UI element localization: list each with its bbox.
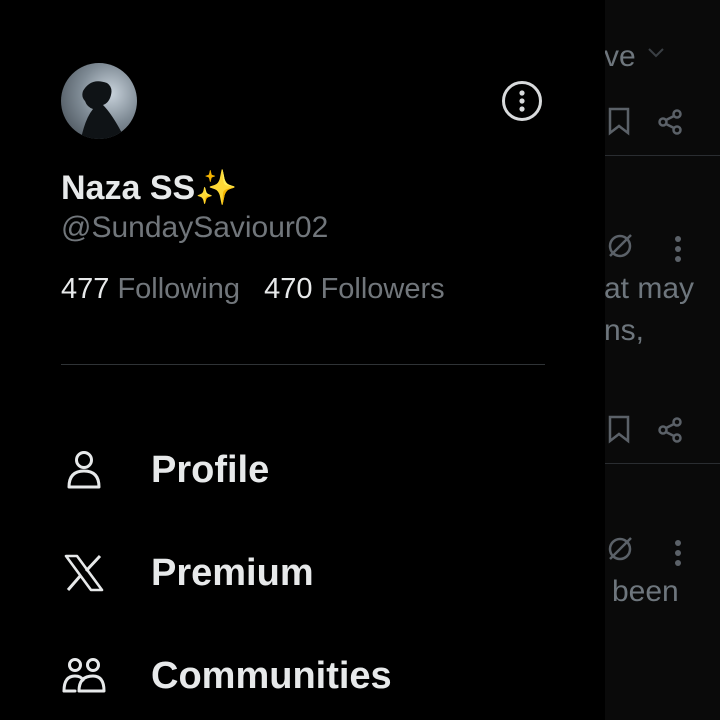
menu-item-premium[interactable]: Premium	[61, 543, 314, 603]
following-count: 477	[61, 273, 110, 305]
menu-item-profile[interactable]: Profile	[61, 440, 269, 500]
menu-item-communities[interactable]: Communities	[61, 646, 392, 706]
follow-stats: 477 Following 470 Followers	[61, 273, 445, 306]
communities-icon	[61, 653, 107, 699]
following-link[interactable]: 477 Following	[61, 273, 240, 305]
followers-label: Followers	[320, 273, 445, 305]
avatar-silhouette-icon	[81, 81, 125, 139]
chevron-down-icon[interactable]	[646, 46, 666, 60]
no-reply-icon	[608, 537, 632, 561]
no-reply-icon	[608, 234, 632, 258]
followers-link[interactable]: 470 Followers	[264, 273, 445, 305]
menu-item-label: Communities	[151, 654, 392, 697]
feed-divider	[604, 463, 720, 464]
followers-count: 470	[264, 273, 313, 305]
feed-snippet-bottom: been	[612, 575, 679, 608]
following-label: Following	[117, 273, 240, 305]
drawer-divider	[61, 364, 545, 365]
x-logo-icon	[61, 550, 107, 596]
share-icon[interactable]	[656, 108, 684, 136]
more-options-button[interactable]	[502, 81, 542, 121]
menu-item-label: Profile	[151, 448, 270, 491]
more-vertical-icon[interactable]	[674, 234, 682, 264]
feed-divider	[604, 155, 720, 156]
profile-handle: @SundaySaviour02	[61, 211, 329, 244]
person-icon	[61, 447, 107, 493]
feed-snippet-line2: ns,	[604, 314, 645, 347]
more-vertical-icon[interactable]	[674, 538, 682, 568]
navigation-drawer: Naza SS✨ @SundaySaviour02 477 Following …	[0, 0, 605, 720]
share-icon[interactable]	[656, 416, 684, 444]
menu-item-label: Premium	[151, 551, 314, 594]
bookmark-icon[interactable]	[606, 106, 632, 136]
feed-snippet-line1: at may	[604, 272, 695, 305]
feed-snippet-top: ve	[604, 40, 636, 73]
avatar[interactable]	[61, 63, 137, 139]
more-vertical-icon	[519, 90, 525, 112]
background-feed: ve at may ns, been	[590, 0, 720, 720]
profile-name[interactable]: Naza SS✨	[61, 168, 238, 208]
bookmark-icon[interactable]	[606, 414, 632, 444]
